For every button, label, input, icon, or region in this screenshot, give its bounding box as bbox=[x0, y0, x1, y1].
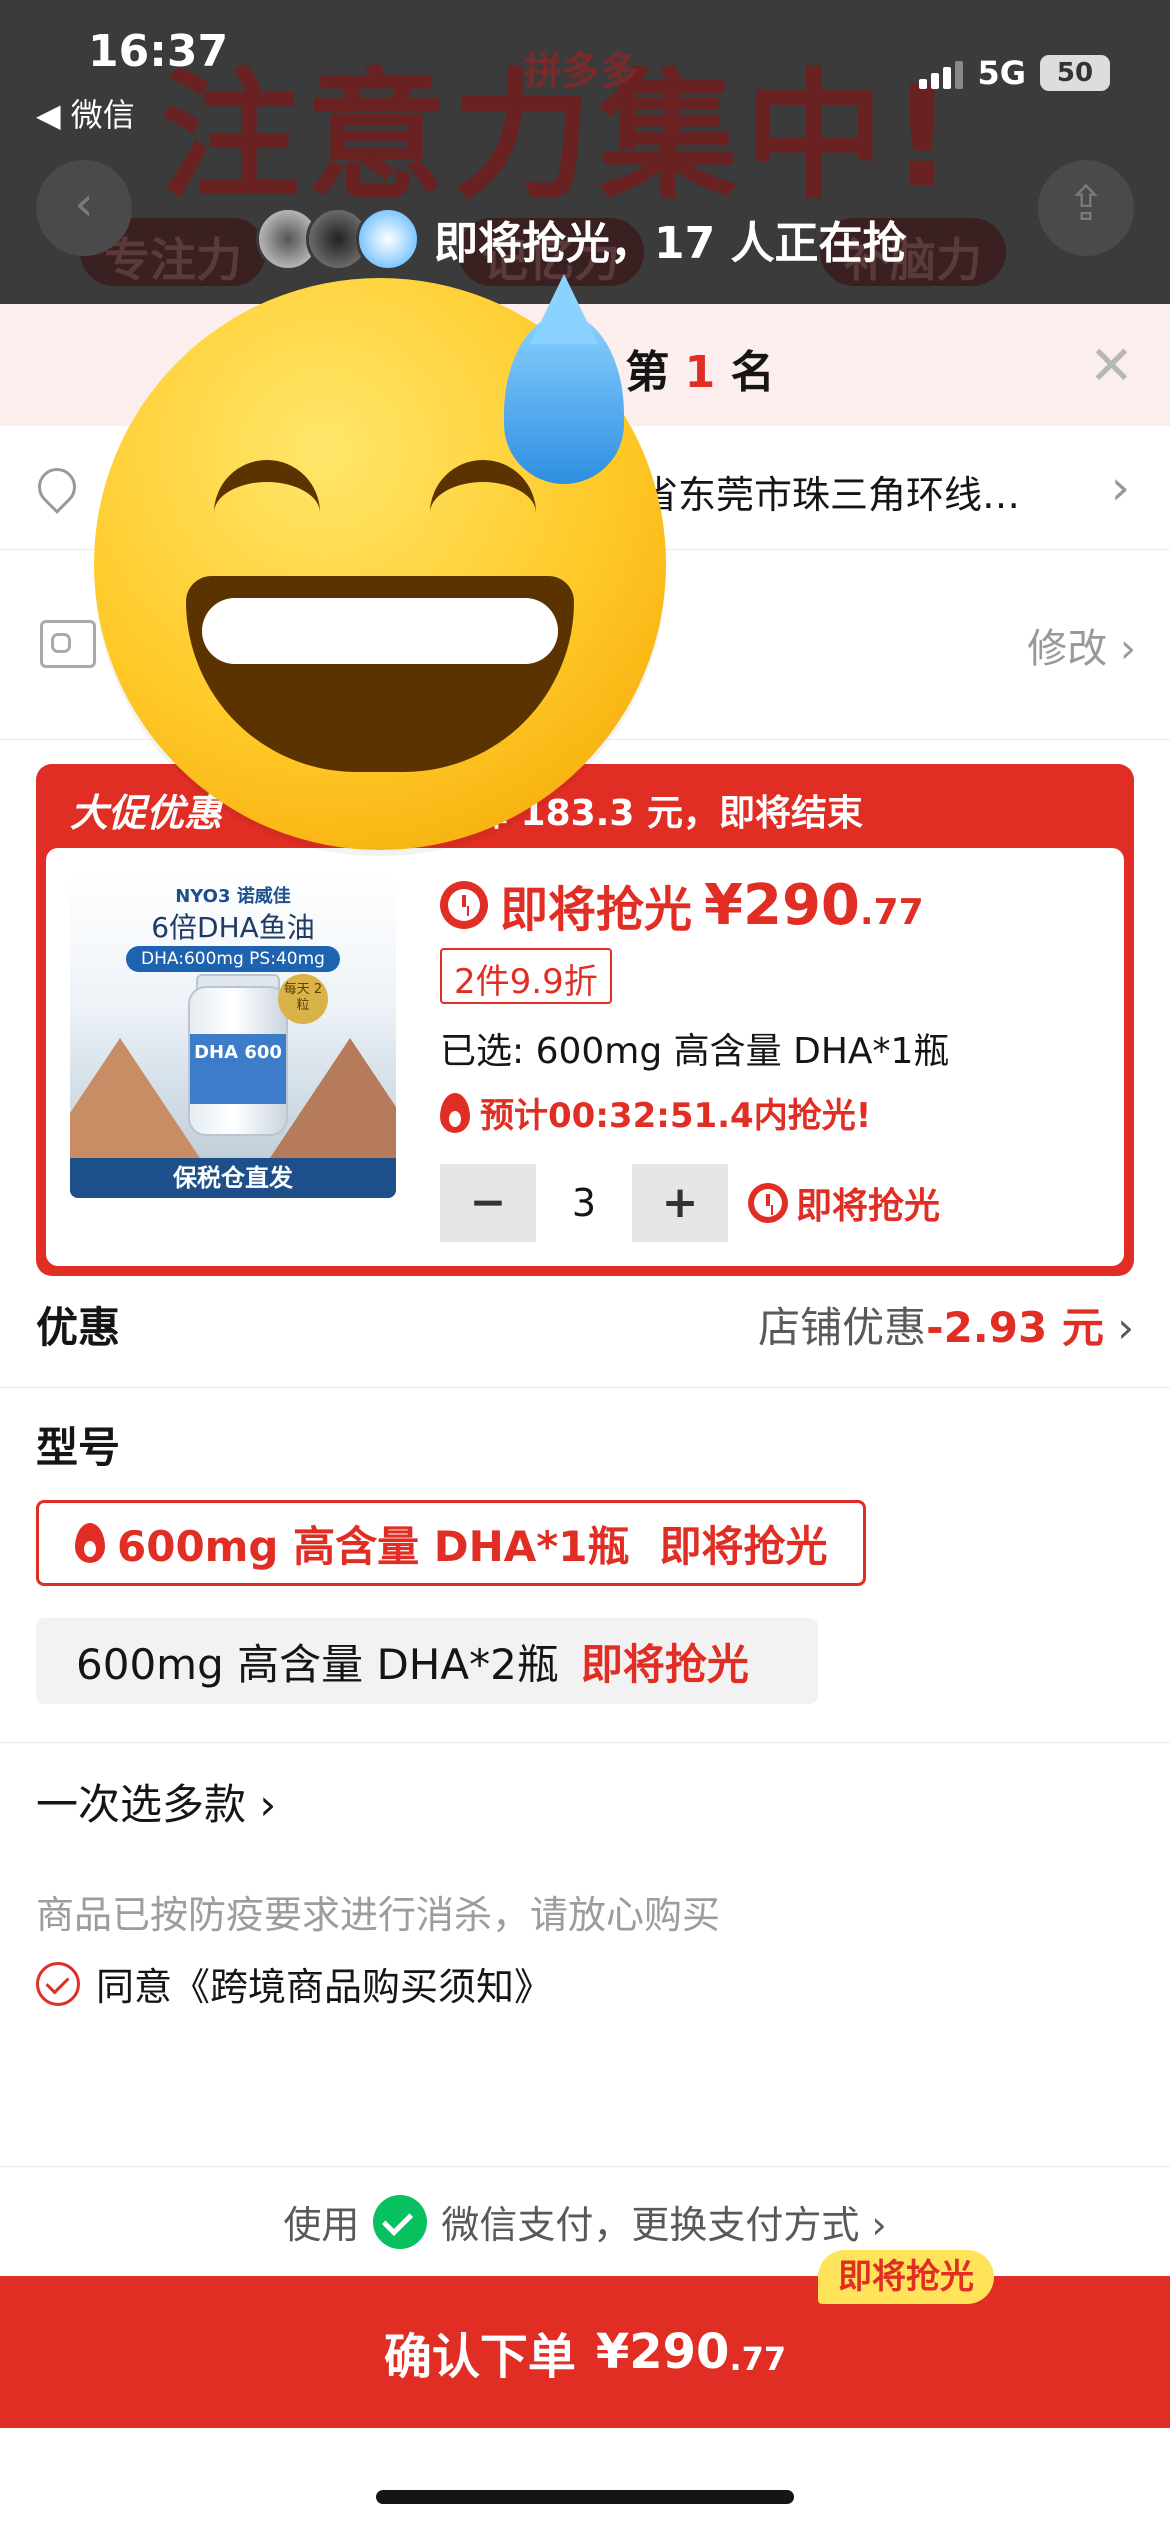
dosage-badge: 每天 2粒 bbox=[278, 974, 328, 1024]
status-indicators: 5G 50 bbox=[919, 54, 1110, 92]
bottle-label: DHA 600 bbox=[190, 1034, 286, 1104]
status-time: 16:37 bbox=[88, 26, 229, 77]
edit-identity-link[interactable]: 修改 › bbox=[1027, 616, 1136, 674]
alarm-clock-icon bbox=[748, 1183, 788, 1223]
model-option-hot: 即将抢光 bbox=[659, 1521, 828, 1571]
discount-value: 店铺优惠-2.93 元 › bbox=[758, 1294, 1134, 1355]
quantity-stepper: − 3 + 即将抢光 bbox=[440, 1164, 940, 1242]
price-row: 即将抢光 ¥290.77 bbox=[440, 870, 924, 940]
edit-label: 修改 bbox=[1027, 626, 1108, 672]
back-button[interactable]: ‹ bbox=[36, 160, 132, 256]
alarm-clock-icon bbox=[440, 881, 488, 929]
price-label: 即将抢光 bbox=[500, 882, 693, 938]
quantity-value[interactable]: 3 bbox=[536, 1181, 632, 1225]
confirm-label: 确认下单 bbox=[383, 2329, 576, 2385]
share-button[interactable]: ⇪ bbox=[1038, 160, 1134, 256]
mountain-graphic bbox=[70, 1038, 200, 1158]
product-card: NYO3 诺威佳 6倍DHA鱼油 DHA:600mg PS:40mg DHA 6… bbox=[46, 848, 1124, 1266]
flame-icon bbox=[440, 1092, 470, 1133]
banner-logo: 拼多多 bbox=[524, 49, 639, 93]
model-title: 型号 bbox=[36, 1423, 121, 1472]
discount-label: 优惠 bbox=[36, 1303, 121, 1352]
bottle-label-text: DHA 600 bbox=[194, 1042, 282, 1063]
confirm-price: ¥290 bbox=[595, 2324, 730, 2380]
selected-spec: 已选: 600mg 高含量 DHA*1瓶 bbox=[440, 1031, 950, 1072]
signal-icon bbox=[919, 57, 964, 89]
location-pin-icon bbox=[30, 460, 84, 514]
product-image-title: 6倍DHA鱼油 bbox=[151, 911, 315, 944]
model-option-hot: 即将抢光 bbox=[580, 1639, 749, 1689]
discount-amount: -2.93 元 bbox=[926, 1303, 1104, 1352]
model-option-label: 600mg 高含量 DHA*2瓶 bbox=[76, 1639, 559, 1689]
buyer-avatars bbox=[256, 207, 420, 271]
quantity-hot-label: 即将抢光 bbox=[748, 1177, 940, 1229]
model-option-label: 600mg 高含量 DHA*1瓶 bbox=[117, 1521, 630, 1571]
back-to-app-link[interactable]: ◀ 微信 bbox=[36, 90, 135, 136]
product-image-footer: 保税仓直发 bbox=[70, 1158, 396, 1198]
model-option-1[interactable]: 600mg 高含量 DHA*1瓶 即将抢光 bbox=[36, 1500, 866, 1586]
price-cents: .77 bbox=[859, 891, 924, 933]
checkmark-icon[interactable] bbox=[36, 1961, 80, 2006]
confirm-order-button[interactable]: 确认下单 ¥290 .77 bbox=[0, 2276, 1170, 2428]
grab-text: 即将抢光，17 人正在抢 bbox=[434, 218, 907, 269]
product-image-spec: DHA:600mg PS:40mg bbox=[126, 946, 340, 972]
flame-icon bbox=[75, 1523, 105, 1563]
disinfection-notice: 商品已按防疫要求进行消杀，请放心购买 bbox=[36, 1893, 721, 1937]
agreement-text[interactable]: 同意《跨境商品购买须知》 bbox=[96, 1956, 552, 2011]
quantity-hot-text: 即将抢光 bbox=[796, 1186, 941, 1227]
confirm-price-cents: .77 bbox=[729, 2340, 787, 2378]
rank-suffix: 名 bbox=[730, 347, 775, 398]
payment-row[interactable]: 使用 微信支付，更换支付方式 › bbox=[0, 2166, 1170, 2276]
product-image[interactable]: NYO3 诺威佳 6倍DHA鱼油 DHA:600mg PS:40mg DHA 6… bbox=[70, 874, 396, 1198]
increase-button[interactable]: + bbox=[632, 1164, 728, 1242]
multi-select-row[interactable]: 一次选多款 › bbox=[0, 1742, 1170, 1829]
close-icon[interactable]: ✕ bbox=[1089, 334, 1134, 397]
discount-row[interactable]: 优惠 店铺优惠-2.93 元 › bbox=[0, 1276, 1170, 1388]
price-main: ¥290 bbox=[704, 872, 860, 938]
header-overlay: 注意力集中! 拼多多 专注力 记忆力 补脑力 16:37 ◀ 微信 5G 50 … bbox=[0, 0, 1170, 304]
multi-select-label: 一次选多款 › bbox=[36, 1780, 277, 1829]
chevron-right-icon: › bbox=[1117, 1303, 1134, 1352]
countdown-text: 预计00:32:51.4内抢光! bbox=[480, 1096, 872, 1136]
rank-number: 1 bbox=[684, 347, 716, 398]
product-brand: NYO3 诺威佳 bbox=[175, 886, 291, 907]
decrease-button[interactable]: − bbox=[440, 1164, 536, 1242]
wechat-pay-icon bbox=[373, 2194, 428, 2249]
payment-prefix: 使用 bbox=[283, 2203, 360, 2247]
emoji-teeth bbox=[202, 598, 558, 664]
chevron-left-icon: ‹ bbox=[74, 176, 94, 232]
share-icon: ⇪ bbox=[1065, 176, 1107, 232]
id-card-icon bbox=[40, 620, 96, 668]
model-option-2[interactable]: 600mg 高含量 DHA*2瓶 即将抢光 bbox=[36, 1618, 818, 1704]
discount-value-prefix: 店铺优惠 bbox=[758, 1303, 927, 1352]
sweat-smile-emoji-icon bbox=[94, 274, 666, 850]
mountain-graphic bbox=[270, 1038, 396, 1158]
countdown-row: 预计00:32:51.4内抢光! bbox=[440, 1088, 871, 1137]
confirm-hot-badge: 即将抢光 bbox=[818, 2250, 994, 2304]
address-text: 省东莞市珠三角环线… bbox=[640, 473, 1021, 517]
grab-notice: 即将抢光，17 人正在抢 bbox=[256, 196, 907, 282]
chevron-right-icon: › bbox=[1110, 460, 1130, 516]
network-type: 5G bbox=[977, 54, 1026, 92]
payment-method: 微信支付，更换支付方式 › bbox=[441, 2203, 887, 2247]
discount-tag: 2件9.9折 bbox=[440, 948, 612, 1004]
battery-icon: 50 bbox=[1040, 55, 1110, 91]
avatar bbox=[356, 207, 420, 271]
home-indicator[interactable] bbox=[376, 2490, 794, 2504]
agreement-row[interactable]: 同意《跨境商品购买须知》 bbox=[36, 1956, 552, 2011]
